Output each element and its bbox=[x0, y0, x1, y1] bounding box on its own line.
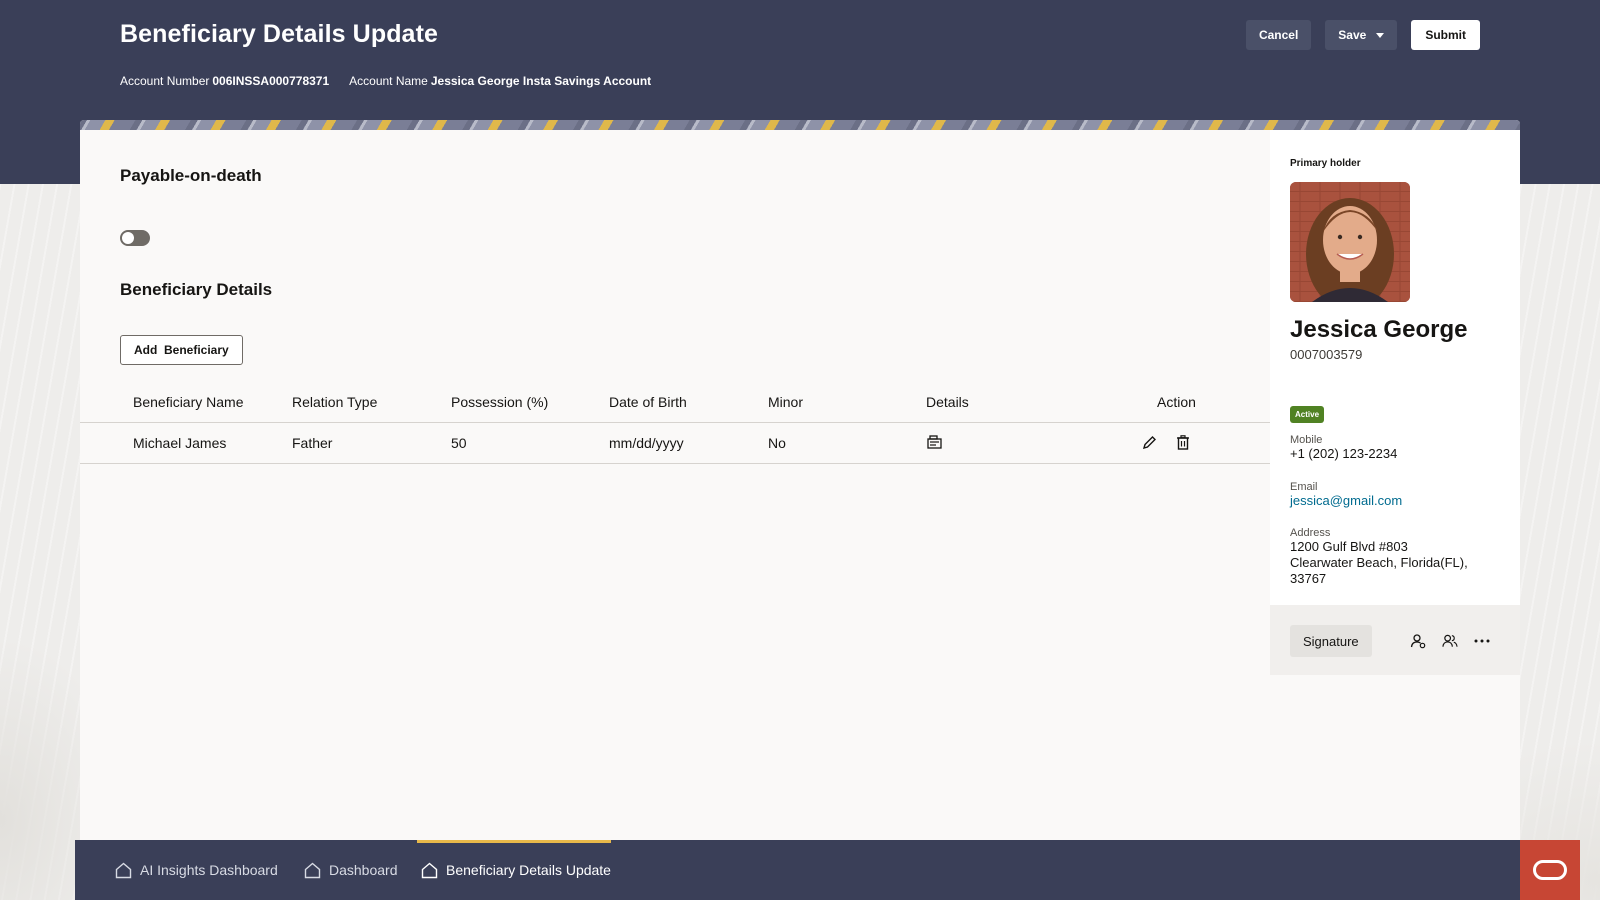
email-link[interactable]: jessica@gmail.com bbox=[1290, 493, 1510, 509]
tab-label: AI Insights Dashboard bbox=[140, 862, 278, 878]
details-icon[interactable] bbox=[926, 434, 942, 450]
card-banner bbox=[80, 120, 1520, 130]
main-panel: Payable-on-death Beneficiary Details Add… bbox=[80, 130, 1270, 840]
signature-button[interactable]: Signature bbox=[1290, 625, 1372, 657]
account-number-label: Account Number bbox=[120, 74, 210, 88]
home-icon bbox=[304, 862, 321, 878]
page-title: Beneficiary Details Update bbox=[120, 20, 438, 48]
account-name-label: Account Name bbox=[349, 74, 428, 88]
account-meta: Account Number 006INSSA000778371 Account … bbox=[120, 74, 651, 88]
col-beneficiary-name[interactable]: Beneficiary Name bbox=[80, 382, 292, 423]
save-button[interactable]: Save bbox=[1325, 20, 1398, 50]
primary-holder-panel: Primary holder Jessica George 0007003579… bbox=[1270, 130, 1520, 840]
holder-action-icons bbox=[1410, 633, 1490, 649]
cancel-button[interactable]: Cancel bbox=[1245, 20, 1312, 50]
tab-dashboard[interactable]: Dashboard bbox=[304, 840, 398, 900]
mobile-label: Mobile bbox=[1290, 434, 1323, 446]
table-row[interactable]: Michael James Father 50 mm/dd/yyyy No bbox=[80, 422, 1270, 464]
edit-icon[interactable] bbox=[1141, 435, 1157, 451]
address-line-2: Clearwater Beach, Florida(FL), bbox=[1290, 555, 1468, 570]
delete-icon[interactable] bbox=[1175, 435, 1191, 451]
account-number-value: 006INSSA000778371 bbox=[212, 74, 330, 88]
mobile-value: +1 (202) 123-2234 bbox=[1290, 446, 1398, 461]
account-number: Account Number 006INSSA000778371 bbox=[120, 74, 329, 88]
home-icon bbox=[421, 862, 438, 878]
submit-button[interactable]: Submit bbox=[1411, 20, 1480, 50]
person-icon[interactable] bbox=[1410, 633, 1426, 649]
primary-holder-label: Primary holder bbox=[1290, 158, 1361, 169]
address-line-3: 33767 bbox=[1290, 571, 1327, 586]
cell-possession: 50 bbox=[451, 422, 609, 464]
pod-title: Payable-on-death bbox=[120, 166, 262, 185]
cell-actions bbox=[1085, 422, 1270, 464]
tab-label: Beneficiary Details Update bbox=[446, 862, 611, 878]
tab-label: Dashboard bbox=[329, 862, 398, 878]
bottom-tab-bar: AI Insights Dashboard Dashboard Benefici… bbox=[75, 840, 1520, 900]
save-label: Save bbox=[1338, 28, 1367, 42]
oracle-ring-icon bbox=[1533, 860, 1567, 880]
col-details[interactable]: Details bbox=[926, 382, 1085, 423]
header-actions: Cancel Save Submit bbox=[1245, 20, 1480, 50]
address-line-1: 1200 Gulf Blvd #803 bbox=[1290, 539, 1408, 554]
cell-minor: No bbox=[768, 422, 926, 464]
table-header-row: Beneficiary Name Relation Type Possessio… bbox=[80, 382, 1270, 423]
content-card: Payable-on-death Beneficiary Details Add… bbox=[80, 120, 1520, 840]
beneficiary-table: Beneficiary Name Relation Type Possessio… bbox=[80, 382, 1270, 464]
holder-name: Jessica George bbox=[1290, 316, 1468, 343]
account-name: Account Name Jessica George Insta Savings… bbox=[349, 74, 651, 88]
col-minor[interactable]: Minor bbox=[768, 382, 926, 423]
cell-name: Michael James bbox=[80, 422, 292, 464]
tab-ai-insights-dashboard[interactable]: AI Insights Dashboard bbox=[115, 840, 278, 900]
chevron-down-icon[interactable] bbox=[1376, 32, 1385, 38]
holder-info: Primary holder Jessica George 0007003579… bbox=[1270, 130, 1520, 605]
cell-relation: Father bbox=[292, 422, 451, 464]
beneficiary-section-title: Beneficiary Details bbox=[120, 280, 273, 299]
oracle-logo[interactable] bbox=[1520, 840, 1580, 900]
holder-actions: Signature bbox=[1270, 605, 1520, 675]
account-name-value: Jessica George Insta Savings Account bbox=[430, 74, 652, 88]
col-date-of-birth[interactable]: Date of Birth bbox=[609, 382, 768, 423]
cell-dob: mm/dd/yyyy bbox=[609, 422, 768, 464]
add-beneficiary-button[interactable]: Add Beneficiary bbox=[120, 335, 243, 365]
address-label: Address bbox=[1290, 527, 1331, 539]
toggle-knob bbox=[122, 232, 134, 244]
status-badge: Active bbox=[1290, 406, 1325, 423]
people-icon[interactable] bbox=[1442, 633, 1458, 649]
col-action[interactable]: Action bbox=[1085, 382, 1270, 423]
holder-customer-id: 0007003579 bbox=[1290, 347, 1363, 362]
email-label: Email bbox=[1290, 481, 1318, 493]
more-icon[interactable] bbox=[1474, 633, 1490, 649]
col-relation-type[interactable]: Relation Type bbox=[292, 382, 451, 423]
tab-beneficiary-details-update[interactable]: Beneficiary Details Update bbox=[417, 840, 611, 900]
col-possession[interactable]: Possession (%) bbox=[451, 382, 609, 423]
avatar bbox=[1290, 182, 1410, 302]
home-icon bbox=[115, 862, 132, 878]
cell-details bbox=[926, 422, 1085, 464]
pod-toggle[interactable] bbox=[120, 230, 150, 246]
